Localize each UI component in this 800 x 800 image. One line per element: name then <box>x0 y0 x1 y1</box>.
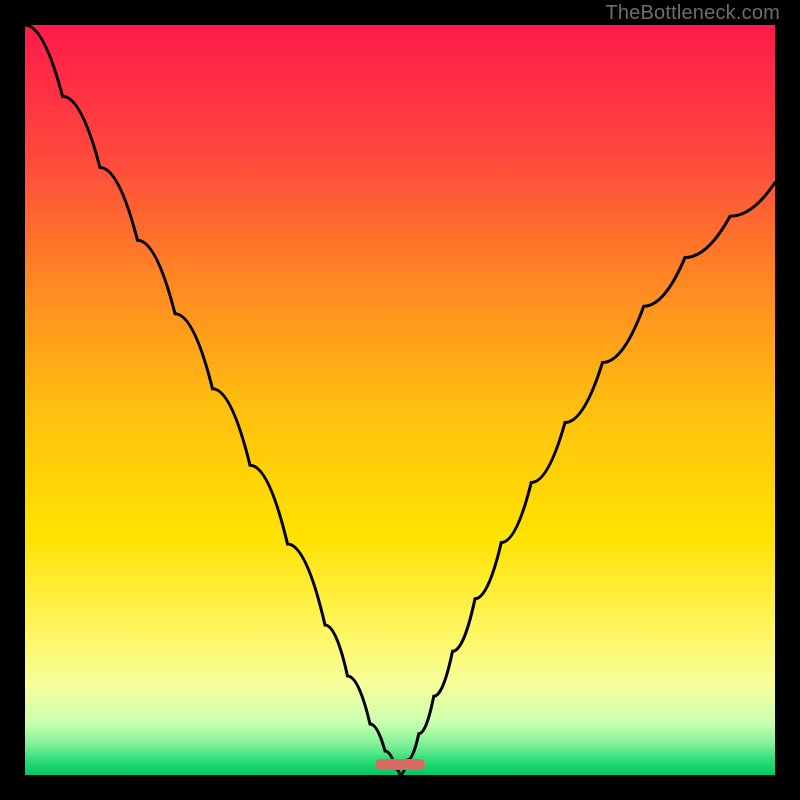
optimum-marker <box>375 759 425 770</box>
watermark-text: TheBottleneck.com <box>605 2 780 25</box>
bottleneck-curve <box>25 25 775 775</box>
plot-area <box>25 25 775 775</box>
curve-left-branch <box>25 25 400 775</box>
curve-right-branch <box>400 183 775 776</box>
chart-frame: TheBottleneck.com <box>0 0 800 800</box>
